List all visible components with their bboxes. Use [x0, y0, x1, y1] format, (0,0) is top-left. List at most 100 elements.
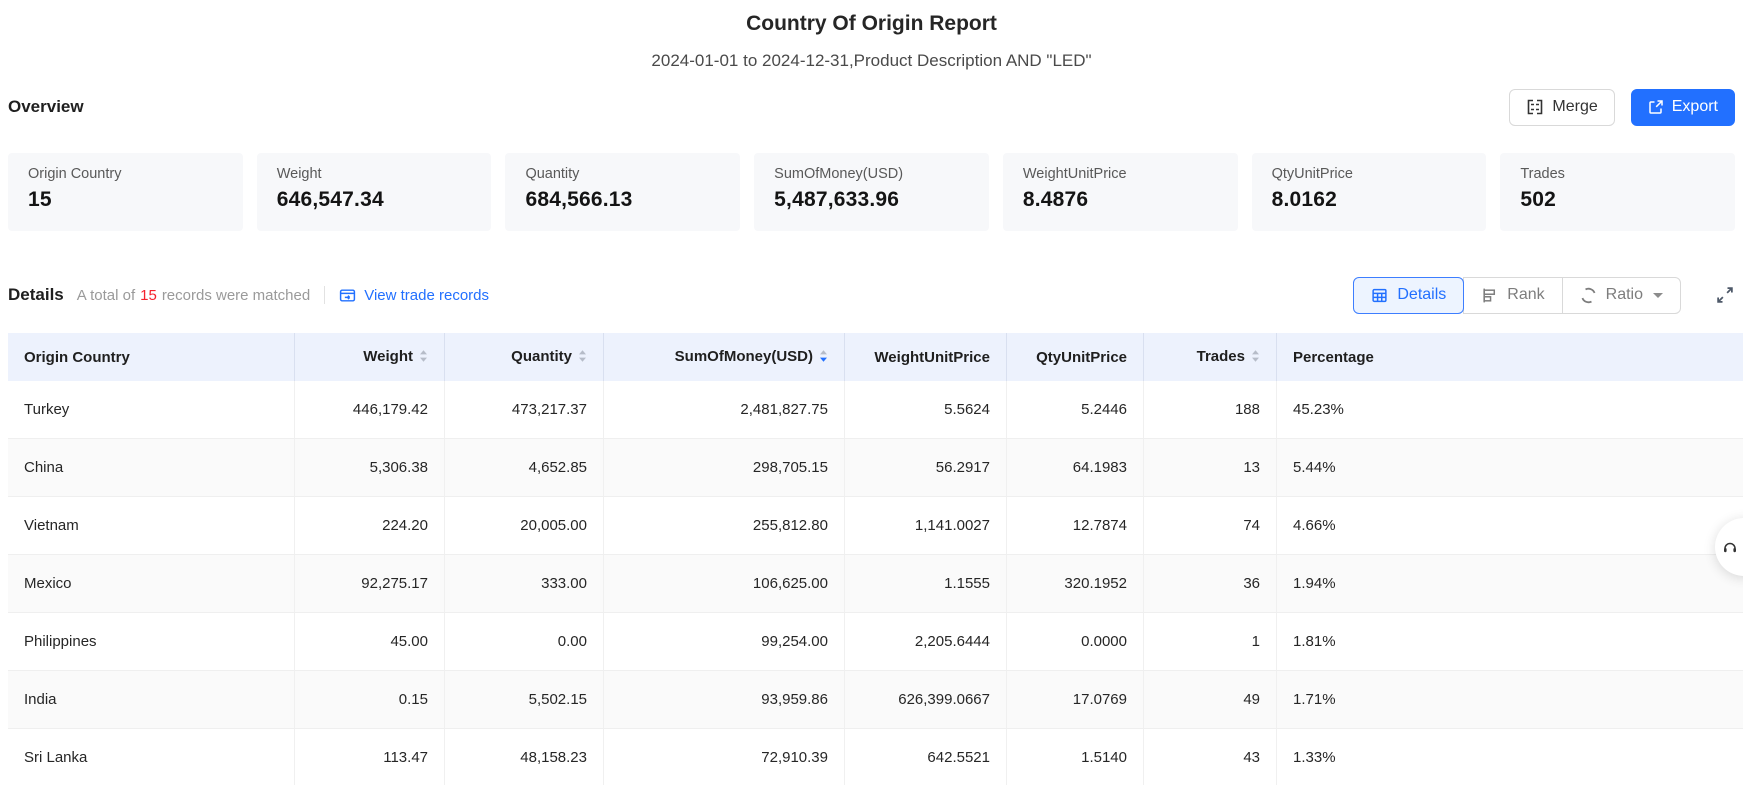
table-row-china: China5,306.384,652.85298,705.1556.291764… [8, 439, 1743, 497]
merge-button[interactable]: Merge [1509, 89, 1614, 126]
card-label: SumOfMoney(USD) [774, 166, 969, 182]
vertical-divider [324, 286, 325, 304]
overview-section-title: Overview [8, 97, 84, 117]
column-header-label: WeightUnitPrice [874, 349, 990, 366]
cell-trades: 49 [1144, 671, 1277, 729]
cell-quantity: 48,158.23 [445, 729, 604, 785]
cell-origin-country: Mexico [8, 555, 295, 613]
cell-sumofmoney-usd: 99,254.00 [604, 613, 845, 671]
cell-origin-country: Turkey [8, 381, 295, 439]
cell-percentage: 1.71% [1277, 671, 1743, 729]
cell-origin-country: Philippines [8, 613, 295, 671]
column-header-weight[interactable]: Weight [295, 333, 445, 381]
column-header-sumofmoney-usd[interactable]: SumOfMoney(USD) [604, 333, 845, 381]
cell-sumofmoney-usd: 93,959.86 [604, 671, 845, 729]
table-row-india: India0.155,502.1593,959.86626,399.066717… [8, 671, 1743, 729]
cell-origin-country: India [8, 671, 295, 729]
column-header-quantity[interactable]: Quantity [445, 333, 604, 381]
external-link-icon [1648, 99, 1664, 115]
tab-ratio-label: Ratio [1606, 286, 1643, 304]
view-switcher: Details Rank [1353, 277, 1735, 314]
cell-weightunitprice: 1,141.0027 [845, 497, 1007, 555]
cell-trades: 1 [1144, 613, 1277, 671]
sort-carets-icon[interactable] [419, 349, 428, 367]
cell-qtyunitprice: 320.1952 [1007, 555, 1144, 613]
column-header-label: SumOfMoney(USD) [675, 348, 813, 365]
cell-trades: 43 [1144, 729, 1277, 785]
tab-rank-label: Rank [1507, 286, 1544, 304]
export-button[interactable]: Export [1631, 89, 1735, 126]
table-row-philippines: Philippines45.000.0099,254.002,205.64440… [8, 613, 1743, 671]
column-header-label: Percentage [1293, 349, 1374, 366]
cell-weight: 92,275.17 [295, 555, 445, 613]
details-table: Origin CountryWeight Quantity SumOfMoney(U… [8, 333, 1743, 785]
column-header-weightunitprice: WeightUnitPrice [845, 333, 1007, 381]
column-header-label: QtyUnitPrice [1036, 349, 1127, 366]
column-header-trades[interactable]: Trades [1144, 333, 1277, 381]
cell-percentage: 45.23% [1277, 381, 1743, 439]
view-trade-records-link[interactable]: View trade records [339, 287, 489, 304]
cell-trades: 74 [1144, 497, 1277, 555]
cell-origin-country: Sri Lanka [8, 729, 295, 785]
column-header-qtyunitprice: QtyUnitPrice [1007, 333, 1144, 381]
rank-bars-icon [1481, 287, 1498, 304]
card-value: 684,566.13 [525, 188, 720, 212]
cell-percentage: 5.44% [1277, 439, 1743, 497]
fullscreen-expand-icon[interactable] [1715, 285, 1735, 305]
cell-sumofmoney-usd: 255,812.80 [604, 497, 845, 555]
view-tabs: Details Rank [1353, 277, 1681, 314]
cell-sumofmoney-usd: 106,625.00 [604, 555, 845, 613]
merge-cells-icon [1526, 98, 1544, 116]
cell-qtyunitprice: 17.0769 [1007, 671, 1144, 729]
card-value: 5,487,633.96 [774, 188, 969, 212]
caret-down-icon [1653, 293, 1663, 303]
sort-carets-icon[interactable] [819, 349, 828, 367]
overview-card-qtyunitprice: QtyUnitPrice8.0162 [1252, 153, 1487, 231]
card-label: Trades [1520, 166, 1715, 182]
card-value: 8.4876 [1023, 188, 1218, 212]
overview-card-sumofmoney-usd: SumOfMoney(USD) 5,487,633.96 [754, 153, 989, 231]
cell-percentage: 1.33% [1277, 729, 1743, 785]
card-label: Quantity [525, 166, 720, 182]
tab-ratio[interactable]: Ratio [1562, 277, 1681, 314]
tab-rank[interactable]: Rank [1463, 277, 1562, 314]
card-value: 502 [1520, 188, 1715, 212]
cell-weight: 45.00 [295, 613, 445, 671]
overview-card-weight: Weight646,547.34 [257, 153, 492, 231]
donut-icon [1580, 287, 1597, 304]
column-header-label: Quantity [511, 348, 572, 365]
cell-qtyunitprice: 0.0000 [1007, 613, 1144, 671]
cell-quantity: 0.00 [445, 613, 604, 671]
cell-weightunitprice: 5.5624 [845, 381, 1007, 439]
table-grid-icon [1371, 287, 1388, 304]
card-value: 8.0162 [1272, 188, 1467, 212]
matched-prefix: A total of [77, 287, 135, 304]
card-label: Origin Country [28, 166, 223, 182]
cell-quantity: 4,652.85 [445, 439, 604, 497]
cell-weight: 113.47 [295, 729, 445, 785]
cell-qtyunitprice: 5.2446 [1007, 381, 1144, 439]
headset-icon [1722, 539, 1738, 555]
details-bar: Details A total of 15 records were match… [0, 275, 1743, 315]
card-label: Weight [277, 166, 472, 182]
sort-carets-icon[interactable] [578, 349, 587, 367]
card-value: 15 [28, 188, 223, 212]
overview-card-quantity: Quantity 684,566.13 [505, 153, 740, 231]
cell-quantity: 20,005.00 [445, 497, 604, 555]
view-trade-records-label: View trade records [364, 287, 489, 304]
column-header-origin-country: Origin Country [8, 333, 295, 381]
overview-actions: Merge Export [1509, 89, 1735, 126]
cell-percentage: 1.94% [1277, 555, 1743, 613]
overview-cards: Origin Country15Weight646,547.34Quantity… [0, 153, 1743, 231]
sort-carets-icon[interactable] [1251, 349, 1260, 367]
cell-weight: 5,306.38 [295, 439, 445, 497]
cell-sumofmoney-usd: 298,705.15 [604, 439, 845, 497]
cell-weightunitprice: 56.2917 [845, 439, 1007, 497]
cell-qtyunitprice: 12.7874 [1007, 497, 1144, 555]
card-label: WeightUnitPrice [1023, 166, 1218, 182]
tab-details[interactable]: Details [1353, 277, 1464, 314]
table-body: Turkey446,179.42473,217.372,481,827.755.… [8, 381, 1743, 785]
cell-percentage: 4.66% [1277, 497, 1743, 555]
cell-origin-country: China [8, 439, 295, 497]
matched-count: 15 [140, 287, 157, 304]
